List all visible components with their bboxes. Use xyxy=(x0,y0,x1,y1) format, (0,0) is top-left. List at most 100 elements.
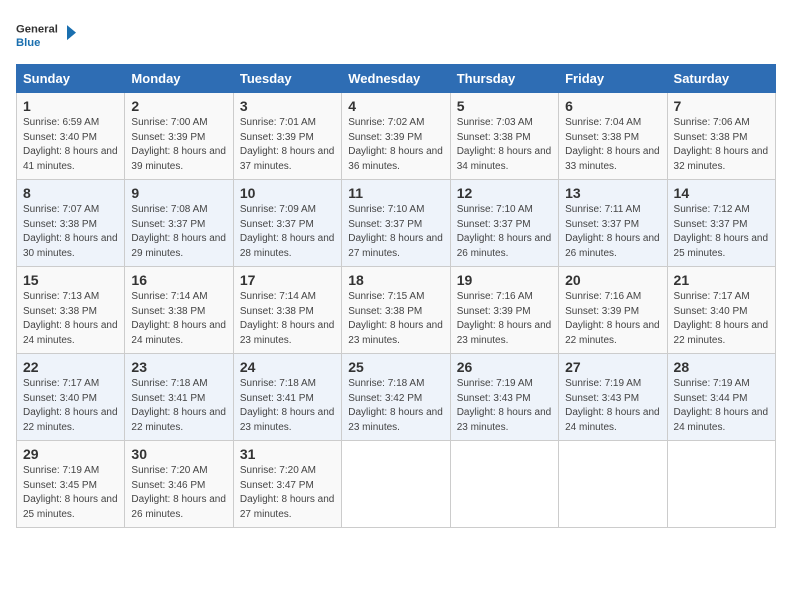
day-cell: 31 Sunrise: 7:20 AMSunset: 3:47 PMDayligh… xyxy=(233,441,341,528)
day-number: 22 xyxy=(23,359,118,375)
week-row-2: 8 Sunrise: 7:07 AMSunset: 3:38 PMDaylight… xyxy=(17,180,776,267)
day-number: 12 xyxy=(457,185,552,201)
day-detail: Sunrise: 7:18 AMSunset: 3:41 PMDaylight:… xyxy=(240,377,335,435)
day-detail: Sunrise: 7:02 AMSunset: 3:39 PMDaylight:… xyxy=(348,116,443,174)
day-detail: Sunrise: 7:04 AMSunset: 3:38 PMDaylight:… xyxy=(565,116,660,174)
day-number: 31 xyxy=(240,446,335,462)
day-cell: 17 Sunrise: 7:14 AMSunset: 3:38 PMDayligh… xyxy=(233,267,341,354)
day-number: 20 xyxy=(565,272,660,288)
day-cell xyxy=(559,441,667,528)
day-cell: 26 Sunrise: 7:19 AMSunset: 3:43 PMDayligh… xyxy=(450,354,558,441)
logo: General Blue xyxy=(16,16,76,56)
day-number: 23 xyxy=(131,359,226,375)
day-cell: 6Sunrise: 7:04 AMSunset: 3:38 PMDaylight… xyxy=(559,93,667,180)
day-cell: 27 Sunrise: 7:19 AMSunset: 3:43 PMDayligh… xyxy=(559,354,667,441)
logo-svg: General Blue xyxy=(16,16,76,56)
day-cell xyxy=(450,441,558,528)
day-detail: Sunrise: 7:20 AMSunset: 3:47 PMDaylight:… xyxy=(240,464,335,522)
day-detail: Sunrise: 7:16 AMSunset: 3:39 PMDaylight:… xyxy=(565,290,660,348)
day-detail: Sunrise: 7:12 AMSunset: 3:37 PMDaylight:… xyxy=(674,203,769,261)
day-detail: Sunrise: 7:00 AMSunset: 3:39 PMDaylight:… xyxy=(131,116,226,174)
day-cell: 15 Sunrise: 7:13 AMSunset: 3:38 PMDayligh… xyxy=(17,267,125,354)
day-detail: Sunrise: 7:13 AMSunset: 3:38 PMDaylight:… xyxy=(23,290,118,348)
day-cell: 23Sunrise: 7:18 AMSunset: 3:41 PMDayligh… xyxy=(125,354,233,441)
day-cell: 18 Sunrise: 7:15 AMSunset: 3:38 PMDayligh… xyxy=(342,267,450,354)
day-cell: 13 Sunrise: 7:11 AMSunset: 3:37 PMDayligh… xyxy=(559,180,667,267)
day-cell: 28Sunrise: 7:19 AMSunset: 3:44 PMDayligh… xyxy=(667,354,775,441)
day-detail: Sunrise: 7:19 AMSunset: 3:43 PMDaylight:… xyxy=(457,377,552,435)
day-cell: 1 Sunrise: 6:59 AMSunset: 3:40 PMDaylight… xyxy=(17,93,125,180)
day-cell: 10Sunrise: 7:09 AMSunset: 3:37 PMDayligh… xyxy=(233,180,341,267)
day-number: 27 xyxy=(565,359,660,375)
day-number: 21 xyxy=(674,272,769,288)
col-header-sunday: Sunday xyxy=(17,65,125,93)
day-number: 4 xyxy=(348,98,443,114)
day-cell: 22 Sunrise: 7:17 AMSunset: 3:40 PMDayligh… xyxy=(17,354,125,441)
svg-text:Blue: Blue xyxy=(16,37,40,49)
day-number: 8 xyxy=(23,185,118,201)
day-detail: Sunrise: 7:16 AMSunset: 3:39 PMDaylight:… xyxy=(457,290,552,348)
col-header-monday: Monday xyxy=(125,65,233,93)
page-header: General Blue xyxy=(16,16,776,56)
day-detail: Sunrise: 7:19 AMSunset: 3:43 PMDaylight:… xyxy=(565,377,660,435)
day-detail: Sunrise: 7:15 AMSunset: 3:38 PMDaylight:… xyxy=(348,290,443,348)
day-cell: 24 Sunrise: 7:18 AMSunset: 3:41 PMDayligh… xyxy=(233,354,341,441)
day-detail: Sunrise: 7:14 AMSunset: 3:38 PMDaylight:… xyxy=(131,290,226,348)
day-cell: 14Sunrise: 7:12 AMSunset: 3:37 PMDayligh… xyxy=(667,180,775,267)
day-cell: 20 Sunrise: 7:16 AMSunset: 3:39 PMDayligh… xyxy=(559,267,667,354)
day-cell: 3Sunrise: 7:01 AMSunset: 3:39 PMDaylight… xyxy=(233,93,341,180)
day-detail: Sunrise: 7:17 AMSunset: 3:40 PMDaylight:… xyxy=(23,377,118,435)
day-detail: Sunrise: 7:19 AMSunset: 3:44 PMDaylight:… xyxy=(674,377,769,435)
day-number: 25 xyxy=(348,359,443,375)
day-number: 19 xyxy=(457,272,552,288)
day-cell: 29Sunrise: 7:19 AMSunset: 3:45 PMDayligh… xyxy=(17,441,125,528)
day-number: 7 xyxy=(674,98,769,114)
day-number: 1 xyxy=(23,98,118,114)
day-cell: 11 Sunrise: 7:10 AMSunset: 3:37 PMDayligh… xyxy=(342,180,450,267)
day-cell: 19 Sunrise: 7:16 AMSunset: 3:39 PMDayligh… xyxy=(450,267,558,354)
day-number: 15 xyxy=(23,272,118,288)
day-cell: 25Sunrise: 7:18 AMSunset: 3:42 PMDayligh… xyxy=(342,354,450,441)
day-detail: Sunrise: 7:07 AMSunset: 3:38 PMDaylight:… xyxy=(23,203,118,261)
day-number: 16 xyxy=(131,272,226,288)
day-number: 5 xyxy=(457,98,552,114)
col-header-saturday: Saturday xyxy=(667,65,775,93)
week-row-4: 22 Sunrise: 7:17 AMSunset: 3:40 PMDayligh… xyxy=(17,354,776,441)
day-detail: Sunrise: 7:17 AMSunset: 3:40 PMDaylight:… xyxy=(674,290,769,348)
day-number: 17 xyxy=(240,272,335,288)
day-number: 11 xyxy=(348,185,443,201)
day-detail: Sunrise: 7:08 AMSunset: 3:37 PMDaylight:… xyxy=(131,203,226,261)
day-detail: Sunrise: 7:11 AMSunset: 3:37 PMDaylight:… xyxy=(565,203,660,261)
day-cell: 2 Sunrise: 7:00 AMSunset: 3:39 PMDaylight… xyxy=(125,93,233,180)
day-number: 18 xyxy=(348,272,443,288)
day-detail: Sunrise: 7:03 AMSunset: 3:38 PMDaylight:… xyxy=(457,116,552,174)
day-number: 24 xyxy=(240,359,335,375)
day-cell: 9 Sunrise: 7:08 AMSunset: 3:37 PMDaylight… xyxy=(125,180,233,267)
day-cell: 4 Sunrise: 7:02 AMSunset: 3:39 PMDaylight… xyxy=(342,93,450,180)
day-number: 2 xyxy=(131,98,226,114)
day-number: 30 xyxy=(131,446,226,462)
day-number: 13 xyxy=(565,185,660,201)
day-detail: Sunrise: 7:10 AMSunset: 3:37 PMDaylight:… xyxy=(348,203,443,261)
day-cell xyxy=(342,441,450,528)
day-detail: Sunrise: 6:59 AMSunset: 3:40 PMDaylight:… xyxy=(23,116,118,174)
day-detail: Sunrise: 7:14 AMSunset: 3:38 PMDaylight:… xyxy=(240,290,335,348)
week-row-5: 29Sunrise: 7:19 AMSunset: 3:45 PMDayligh… xyxy=(17,441,776,528)
day-number: 26 xyxy=(457,359,552,375)
col-header-friday: Friday xyxy=(559,65,667,93)
day-number: 9 xyxy=(131,185,226,201)
header-row: SundayMondayTuesdayWednesdayThursdayFrid… xyxy=(17,65,776,93)
day-cell: 16 Sunrise: 7:14 AMSunset: 3:38 PMDayligh… xyxy=(125,267,233,354)
day-detail: Sunrise: 7:01 AMSunset: 3:39 PMDaylight:… xyxy=(240,116,335,174)
col-header-wednesday: Wednesday xyxy=(342,65,450,93)
calendar-table: SundayMondayTuesdayWednesdayThursdayFrid… xyxy=(16,64,776,528)
svg-text:General: General xyxy=(16,24,58,36)
week-row-1: 1 Sunrise: 6:59 AMSunset: 3:40 PMDaylight… xyxy=(17,93,776,180)
day-cell: 7Sunrise: 7:06 AMSunset: 3:38 PMDaylight… xyxy=(667,93,775,180)
day-detail: Sunrise: 7:09 AMSunset: 3:37 PMDaylight:… xyxy=(240,203,335,261)
day-cell: 12 Sunrise: 7:10 AMSunset: 3:37 PMDayligh… xyxy=(450,180,558,267)
day-detail: Sunrise: 7:10 AMSunset: 3:37 PMDaylight:… xyxy=(457,203,552,261)
day-detail: Sunrise: 7:20 AMSunset: 3:46 PMDaylight:… xyxy=(131,464,226,522)
week-row-3: 15 Sunrise: 7:13 AMSunset: 3:38 PMDayligh… xyxy=(17,267,776,354)
day-cell: 8 Sunrise: 7:07 AMSunset: 3:38 PMDaylight… xyxy=(17,180,125,267)
